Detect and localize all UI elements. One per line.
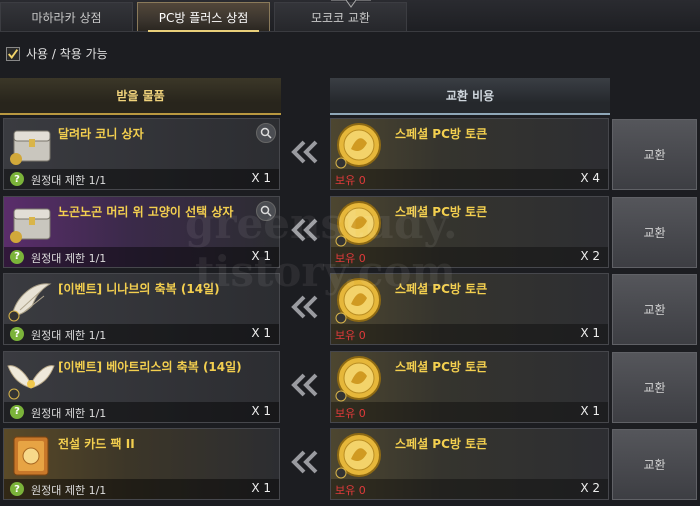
cost-quantity: X 1: [580, 326, 600, 340]
exchange-button[interactable]: 교환: [612, 119, 697, 190]
help-icon[interactable]: ?: [10, 327, 24, 341]
help-icon[interactable]: ?: [10, 482, 24, 496]
reward-item-slot[interactable]: [이벤트] 니나브의 축복 (14일)? 원정대 제한 1/1 X 1: [3, 273, 280, 345]
cost-item-name: 스페셜 PC방 토큰: [395, 282, 488, 296]
cost-item-footer: 보유 0 X 1: [331, 324, 608, 344]
owned-count: 보유 0: [335, 329, 366, 342]
cost-quantity: X 2: [580, 481, 600, 495]
reward-quantity: X 1: [251, 248, 271, 263]
exchange-row: [이벤트] 니나브의 축복 (14일)? 원정대 제한 1/1 X 1 스페셜 PC방…: [0, 273, 700, 347]
cost-item-name: 스페셜 PC방 토큰: [395, 127, 488, 141]
owned-count: 보유 0: [335, 406, 366, 420]
exchange-button[interactable]: 교환: [612, 351, 697, 423]
chest-icon: [6, 121, 56, 169]
pc-token-coin-icon: [333, 199, 383, 249]
purchase-limit: 원정대 제한 1/1: [31, 174, 107, 187]
double-chevron-left-icon: [290, 140, 320, 164]
owned-count: 보유 0: [335, 174, 366, 187]
purchase-limit: 원정대 제한 1/1: [31, 406, 107, 420]
card-pack-icon: [6, 431, 56, 479]
cost-item-footer: 보유 0 X 1: [331, 401, 608, 422]
cost-item-slot[interactable]: 스페셜 PC방 토큰보유 0 X 1: [330, 350, 609, 423]
help-icon[interactable]: ?: [10, 172, 24, 186]
cost-item-footer: 보유 0 X 2: [331, 246, 608, 267]
reward-item-name: 달려라 코니 상자: [58, 127, 144, 141]
pc-token-coin-icon: [333, 276, 383, 326]
cost-quantity: X 1: [580, 403, 600, 418]
usable-filter-label: 사용 / 착용 가능: [26, 47, 108, 61]
reward-item-slot[interactable]: 노곤노곤 머리 위 고양이 선택 상자? 원정대 제한 1/1 X 1: [3, 195, 280, 268]
cost-quantity: X 2: [580, 248, 600, 263]
reward-item-slot[interactable]: 전설 카드 팩 II? 원정대 제한 1/1 X 1: [3, 428, 280, 500]
shop-tab-bar: 마하라카 상점 PC방 플러스 상점 모코코 교환: [0, 0, 700, 32]
purchase-limit: 원정대 제한 1/1: [31, 251, 107, 265]
reward-item-footer: ? 원정대 제한 1/1 X 1: [4, 401, 279, 422]
usable-filter[interactable]: 사용 / 착용 가능: [6, 45, 108, 62]
exchange-row: 노곤노곤 머리 위 고양이 선택 상자? 원정대 제한 1/1 X 1 스페셜 PC방…: [0, 195, 700, 270]
pc-token-coin-icon: [333, 121, 383, 171]
double-chevron-left-icon: [290, 295, 320, 319]
wing-icon: [6, 276, 56, 324]
search-icon[interactable]: [256, 123, 276, 143]
cost-item-name: 스페셜 PC방 토큰: [395, 204, 488, 219]
help-icon[interactable]: ?: [10, 249, 24, 264]
reward-item-slot[interactable]: 달려라 코니 상자? 원정대 제한 1/1 X 1: [3, 118, 280, 190]
usable-checkbox[interactable]: [6, 46, 20, 61]
exchange-button[interactable]: 교환: [612, 429, 697, 500]
double-chevron-left-icon: [290, 373, 320, 397]
reward-quantity: X 1: [251, 326, 271, 340]
reward-item-footer: ? 원정대 제한 1/1 X 1: [4, 324, 279, 344]
tab-label: 모코코 교환: [310, 10, 370, 25]
cost-item-name: 스페셜 PC방 토큰: [395, 437, 488, 451]
owned-count: 보유 0: [335, 251, 366, 265]
reward-item-name: [이벤트] 베아트리스의 축복 (14일): [58, 359, 242, 374]
reward-item-name: 전설 카드 팩 II: [58, 437, 135, 451]
cost-item-slot[interactable]: 스페셜 PC방 토큰보유 0 X 2: [330, 195, 609, 268]
cost-item-slot[interactable]: 스페셜 PC방 토큰보유 0 X 1: [330, 273, 609, 345]
cost-item-footer: 보유 0 X 4: [331, 169, 608, 189]
cost-item-slot[interactable]: 스페셜 PC방 토큰보유 0 X 4: [330, 118, 609, 190]
reward-item-name: 노곤노곤 머리 위 고양이 선택 상자: [58, 204, 234, 219]
reward-quantity: X 1: [251, 481, 271, 495]
help-icon[interactable]: ?: [10, 404, 24, 419]
exchange-cost-header: 교환 비용: [330, 78, 610, 115]
exchange-button[interactable]: 교환: [612, 274, 697, 345]
exchange-row: [이벤트] 베아트리스의 축복 (14일)? 원정대 제한 1/1 X 1 스페셜 P…: [0, 350, 700, 425]
cost-quantity: X 4: [580, 171, 600, 185]
double-chevron-left-icon: [290, 450, 320, 474]
pc-token-coin-icon: [333, 354, 383, 404]
tab-pc-plus-shop[interactable]: PC방 플러스 상점: [137, 2, 270, 32]
search-icon[interactable]: [256, 200, 276, 221]
reward-item-footer: ? 원정대 제한 1/1 X 1: [4, 479, 279, 499]
purchase-limit: 원정대 제한 1/1: [31, 484, 107, 497]
reward-item-name: [이벤트] 니나브의 축복 (14일): [58, 282, 220, 296]
checkmark-icon: [8, 48, 19, 59]
cost-item-footer: 보유 0 X 2: [331, 479, 608, 499]
ornament-icon: [331, 0, 371, 8]
reward-quantity: X 1: [251, 171, 271, 185]
owned-count: 보유 0: [335, 484, 366, 497]
chest-icon: [6, 199, 56, 247]
reward-item-footer: ? 원정대 제한 1/1 X 1: [4, 169, 279, 189]
pc-token-coin-icon: [333, 431, 383, 481]
reward-quantity: X 1: [251, 403, 271, 418]
exchange-row: 전설 카드 팩 II? 원정대 제한 1/1 X 1 스페셜 PC방 토큰 보유 0 X …: [0, 428, 700, 502]
exchange-button[interactable]: 교환: [612, 196, 697, 268]
wings-icon: [6, 354, 56, 402]
exchange-row: 달려라 코니 상자? 원정대 제한 1/1 X 1 스페셜 PC방 토큰 보유 0 X 4…: [0, 118, 700, 192]
reward-item-footer: ? 원정대 제한 1/1 X 1: [4, 246, 279, 267]
purchase-limit: 원정대 제한 1/1: [31, 329, 107, 342]
cost-item-slot[interactable]: 스페셜 PC방 토큰보유 0 X 2: [330, 428, 609, 500]
tab-label: 마하라카 상점: [31, 10, 102, 25]
double-chevron-left-icon: [290, 218, 320, 242]
tab-label: PC방 플러스 상점: [158, 10, 249, 25]
receive-items-header: 받을 물품: [0, 78, 281, 115]
cost-item-name: 스페셜 PC방 토큰: [395, 359, 488, 374]
tab-maharaka-shop[interactable]: 마하라카 상점: [0, 2, 133, 31]
reward-item-slot[interactable]: [이벤트] 베아트리스의 축복 (14일)? 원정대 제한 1/1 X 1: [3, 350, 280, 423]
